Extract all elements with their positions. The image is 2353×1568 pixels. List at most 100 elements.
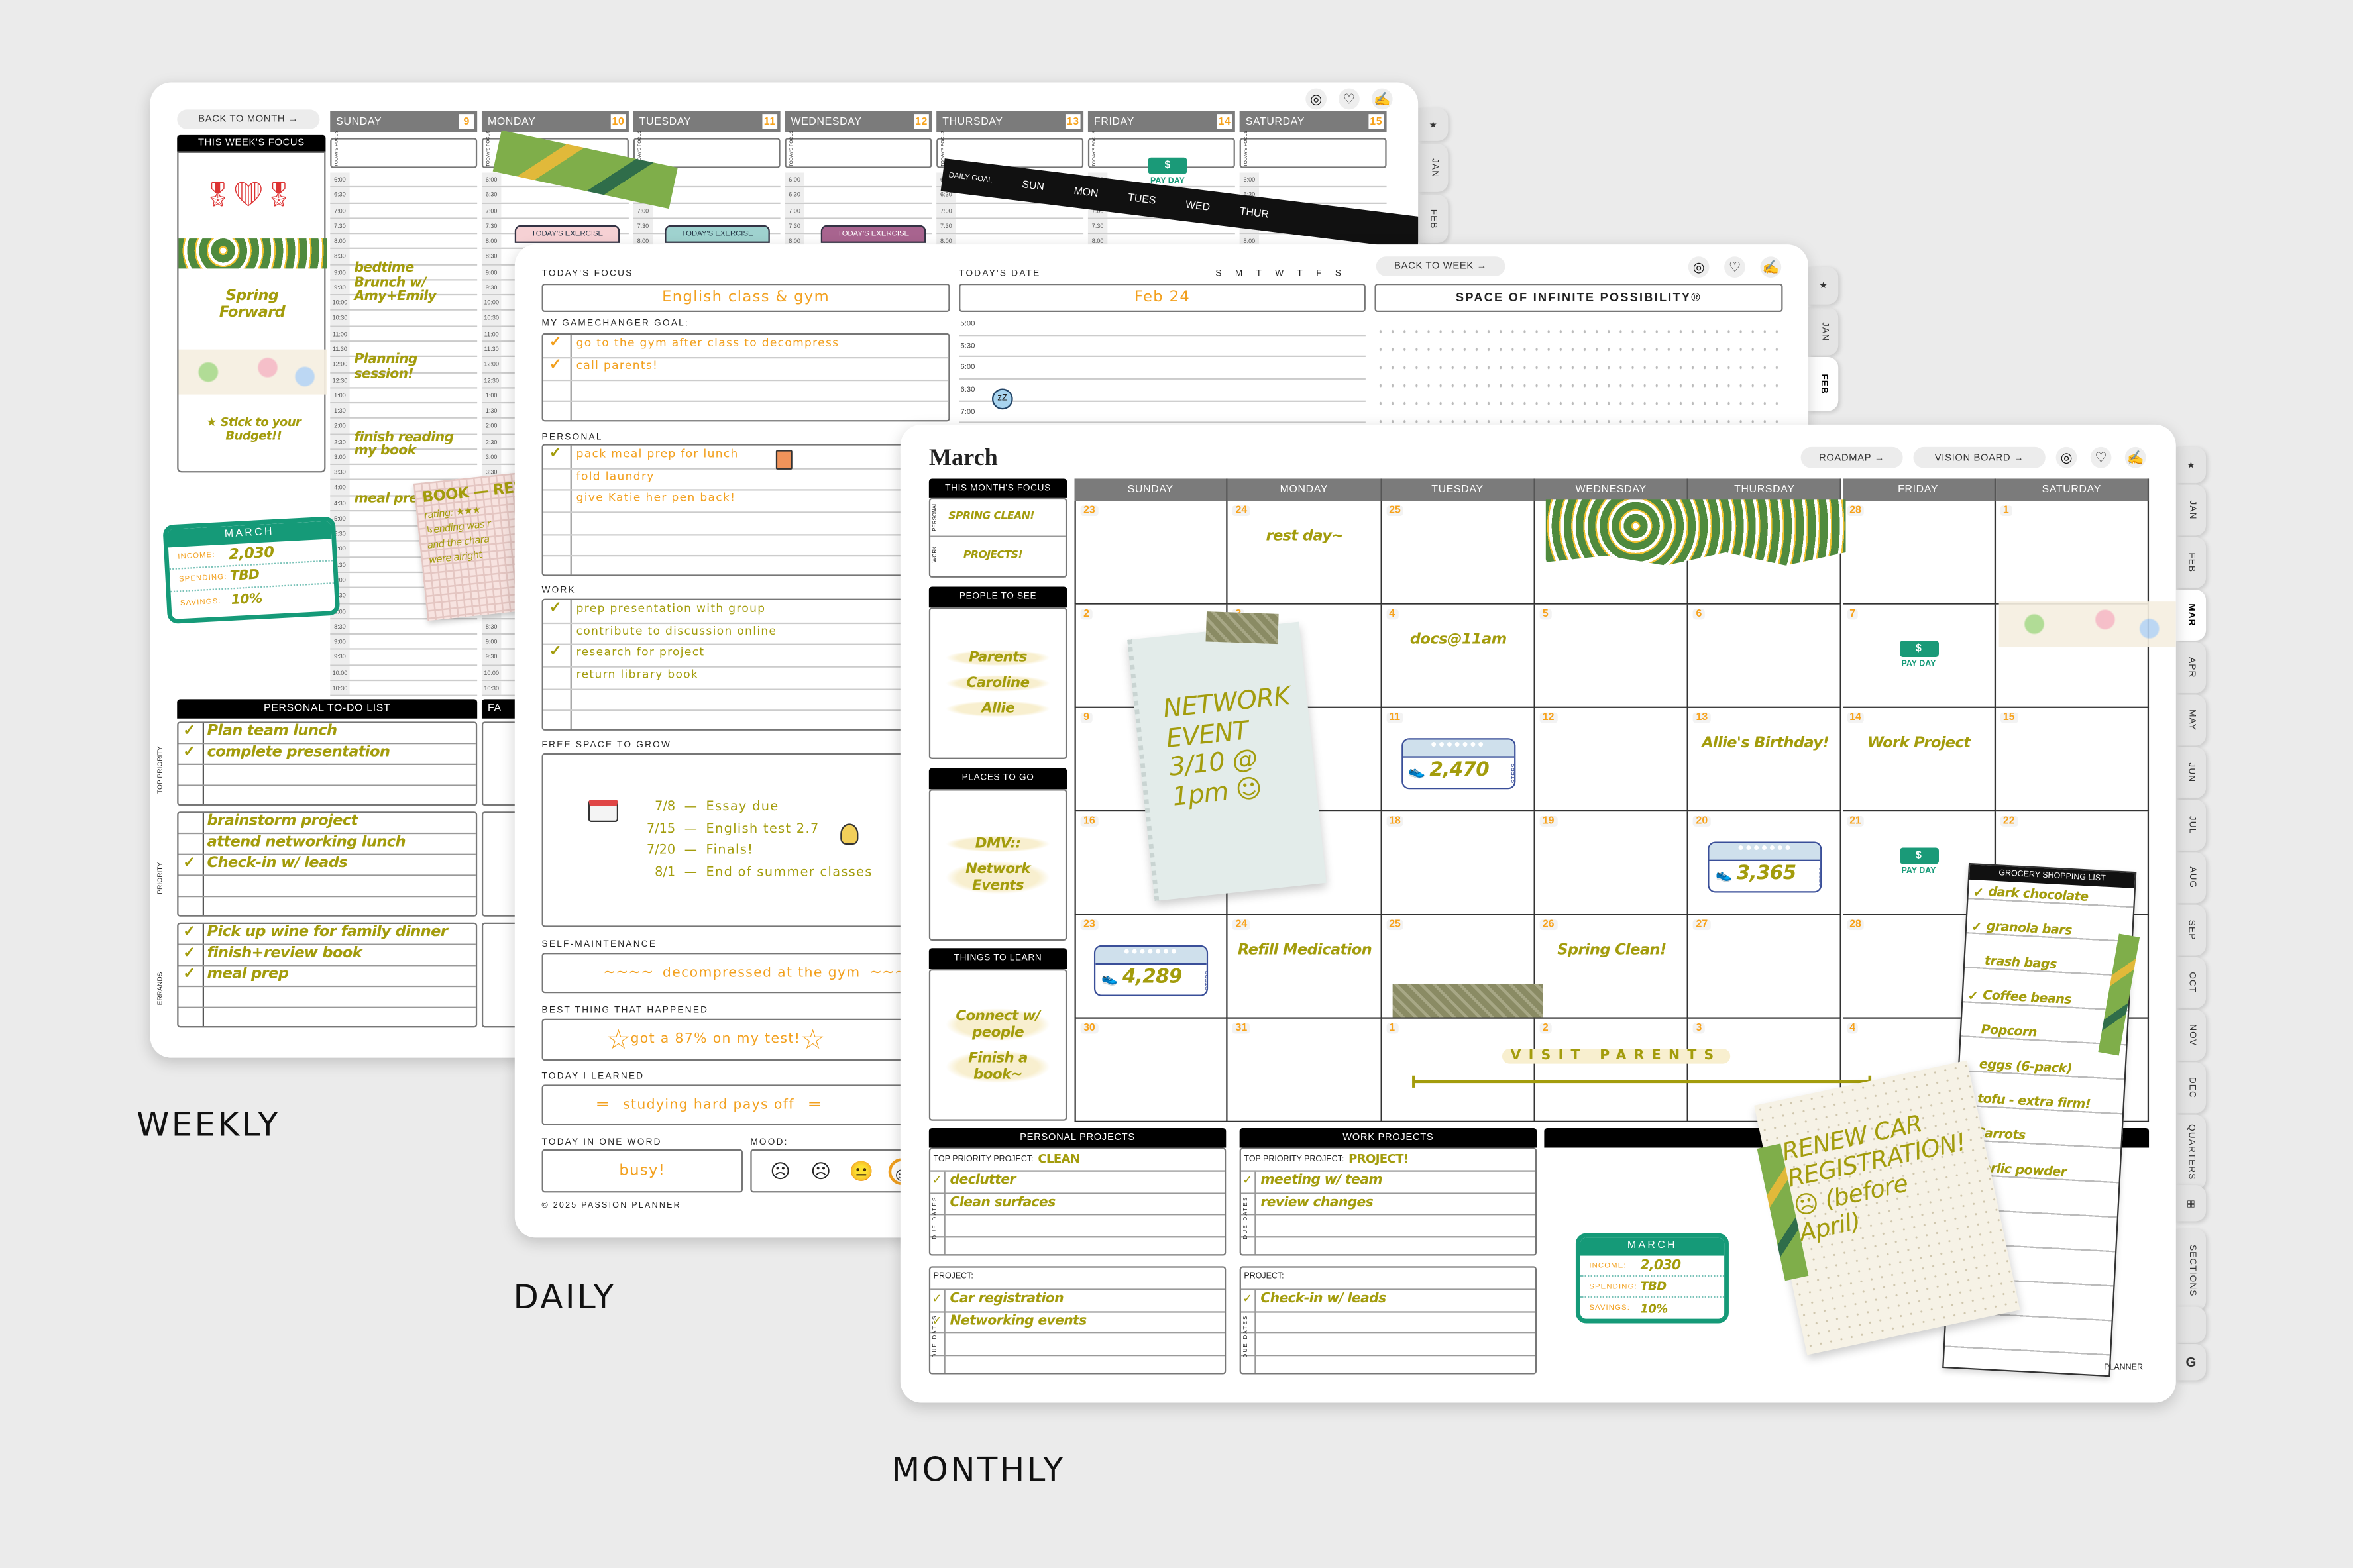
checkmark-icon[interactable]: ✓: [549, 644, 562, 660]
target-icon[interactable]: ◎: [1688, 256, 1710, 278]
day-header-thursday[interactable]: THURSDAY 13: [936, 111, 1084, 132]
calendar-day-cell[interactable]: 13: [1688, 707, 1842, 812]
todo-section-top-priority[interactable]: ✓ Plan team lunch ✓ complete presentation: [177, 721, 478, 806]
calendar-day-cell[interactable]: 1: [1995, 501, 2150, 605]
tab-may[interactable]: MAY: [2175, 694, 2207, 746]
time-slot[interactable]: 8:30: [330, 619, 478, 635]
calendar-day-cell[interactable]: 24: [1228, 915, 1382, 1019]
calendar-event[interactable]: Spring Clean!: [1544, 942, 1679, 959]
time-slot[interactable]: 10:00: [330, 665, 478, 681]
work-projects-top-box[interactable]: TOP PRIORITY PROJECT: PROJECT! DUE DATES ✓ m…: [1239, 1147, 1537, 1256]
weekday-letter[interactable]: M: [1235, 270, 1242, 280]
calendar-day-cell[interactable]: 15: [1995, 707, 2150, 812]
calendar-event[interactable]: Work Project: [1851, 735, 1987, 752]
heart-icon[interactable]: ♡: [1724, 256, 1745, 278]
grocery-item[interactable]: ✓ Coffee beans: [1967, 988, 2071, 1010]
day-header-sunday[interactable]: SUNDAY 9: [330, 111, 478, 132]
work-projects-project-box[interactable]: PROJECT: DUE DATES ✓ Check-in w/ leads: [1239, 1266, 1537, 1375]
todays-focus-box[interactable]: TODAY'S FOCUS: [330, 131, 478, 168]
todays-focus-box[interactable]: TODAY'S FOCUS: [785, 131, 932, 168]
list-item[interactable]: fold laundry: [576, 469, 655, 482]
time-slot[interactable]: 6:30: [959, 380, 1366, 402]
project-task[interactable]: declutter: [950, 1173, 1016, 1188]
time-slot[interactable]: 7:30: [330, 219, 478, 235]
day-header-wednesday[interactable]: WEDNESDAY 12: [785, 111, 932, 132]
time-slot[interactable]: 1:00: [330, 388, 478, 404]
checkmark-icon[interactable]: [1969, 953, 1981, 968]
calendar-day-cell[interactable]: 26: [1535, 915, 1689, 1019]
tab-quarters[interactable]: QUARTERS: [2175, 1114, 2207, 1190]
tab-jul[interactable]: JUL: [2175, 800, 2207, 851]
checkmark-icon[interactable]: ✓: [549, 356, 562, 373]
calendar-day-cell[interactable]: 27: [1688, 915, 1842, 1019]
top-priority-value[interactable]: CLEAN: [1038, 1152, 1080, 1165]
learn-box[interactable]: Connect w/ people Finish a book~: [928, 968, 1067, 1121]
checkmark-icon[interactable]: ✓: [549, 600, 562, 617]
calendar-event[interactable]: rest day~: [1237, 528, 1372, 545]
calendar-event[interactable]: Refill Medication: [1237, 942, 1372, 959]
time-slot[interactable]: 3:30: [330, 465, 478, 481]
grocery-item[interactable]: tofu - extra firm!: [1962, 1091, 2091, 1113]
weekday-letter[interactable]: S: [1335, 270, 1341, 280]
grocery-item[interactable]: trash bags: [1969, 953, 2057, 972]
checkmark-icon[interactable]: ✓: [1973, 884, 1984, 902]
tab-jan[interactable]: JAN: [1418, 144, 1449, 192]
tab-dec[interactable]: DEC: [2175, 1062, 2207, 1114]
checkmark-icon[interactable]: ✓: [183, 744, 195, 760]
people-box[interactable]: Parents Caroline Allie: [928, 607, 1067, 759]
day-header-monday[interactable]: MONDAY 10: [481, 111, 629, 132]
top-priority-value[interactable]: PROJECT!: [1348, 1152, 1409, 1165]
time-slot[interactable]: 5:00: [959, 313, 1366, 336]
gamechanger-items-box[interactable]: ✓ go to the gym after class to decompress…: [541, 333, 950, 422]
time-slot[interactable]: 7:00: [330, 203, 478, 219]
weekday-letter[interactable]: F: [1316, 270, 1321, 280]
tab-jan[interactable]: JAN: [1808, 307, 1839, 356]
calendar-day-cell[interactable]: 24: [1228, 501, 1382, 605]
target-icon[interactable]: ◎: [1305, 88, 1327, 110]
mood-neutral-icon[interactable]: 😐: [848, 1157, 875, 1184]
checkmark-icon[interactable]: ✓: [183, 924, 195, 941]
time-slot[interactable]: 7:00: [481, 203, 629, 219]
heart-icon[interactable]: ♡: [1339, 88, 1360, 110]
calendar-day-cell[interactable]: 25: [1381, 501, 1535, 605]
tab-feb[interactable]: FEB: [2175, 537, 2207, 588]
day-header-tuesday[interactable]: TUESDAY 11: [633, 111, 781, 132]
project-task[interactable]: Check-in w/ leads: [1260, 1292, 1386, 1307]
calendar-day-cell[interactable]: 28: [1841, 501, 1996, 605]
tab-aug[interactable]: AUG: [2175, 852, 2207, 904]
calendar-day-cell[interactable]: 5: [1535, 604, 1689, 708]
day-header-saturday[interactable]: SATURDAY 15: [1239, 111, 1387, 132]
weekday-letter[interactable]: S: [1215, 270, 1221, 280]
todo-item[interactable]: Pick up wine for family dinner: [207, 924, 448, 941]
project-task[interactable]: Networking events: [950, 1314, 1087, 1329]
project-task[interactable]: meeting w/ team: [1260, 1173, 1382, 1188]
week-focus-box[interactable]: 🎖❤🎖 Spring Forward ★ Stick to your Budge…: [177, 151, 327, 473]
list-item[interactable]: return library book: [576, 668, 699, 681]
target-icon[interactable]: ◎: [2055, 446, 2077, 468]
todo-item[interactable]: Check-in w/ leads: [207, 855, 348, 872]
calendar-day-cell[interactable]: 12: [1535, 707, 1689, 812]
project-task[interactable]: Car registration: [950, 1292, 1064, 1307]
todo-item[interactable]: meal prep: [207, 966, 289, 982]
personal-projects-top-box[interactable]: TOP PRIORITY PROJECT: CLEAN DUE DATES ✓ decl…: [928, 1147, 1227, 1256]
calendar-day-cell[interactable]: 1: [1381, 1018, 1535, 1122]
google-calendar-tab[interactable]: G: [2175, 1344, 2207, 1381]
grocery-item[interactable]: eggs (6-pack): [1964, 1057, 2072, 1077]
tab-nov[interactable]: NOV: [2175, 1010, 2207, 1061]
multi-day-event-bar[interactable]: [1411, 1075, 1873, 1088]
time-slot[interactable]: 7:30: [936, 219, 1084, 235]
tab-sep[interactable]: SEP: [2175, 904, 2207, 956]
sections-grid-tab[interactable]: ▦: [2175, 1185, 2207, 1222]
favorites-tab[interactable]: ★: [1808, 267, 1839, 305]
hand-writing-icon[interactable]: ✍: [1760, 256, 1782, 278]
calendar-day-cell[interactable]: 2: [1535, 1018, 1689, 1122]
calendar-day-cell[interactable]: 18: [1381, 811, 1535, 915]
calendar-day-cell[interactable]: 14: [1841, 707, 1996, 812]
todo-item[interactable]: complete presentation: [207, 744, 391, 760]
tab-sections[interactable]: SECTIONS: [2175, 1228, 2207, 1312]
grocery-item[interactable]: ✓ dark chocolate: [1973, 884, 2089, 907]
todo-item[interactable]: brainstorm project: [207, 813, 358, 829]
checkmark-icon[interactable]: ✓: [549, 335, 562, 351]
favorites-tab[interactable]: ★: [1418, 108, 1449, 141]
mood-very-sad-icon[interactable]: ☹: [767, 1157, 794, 1184]
